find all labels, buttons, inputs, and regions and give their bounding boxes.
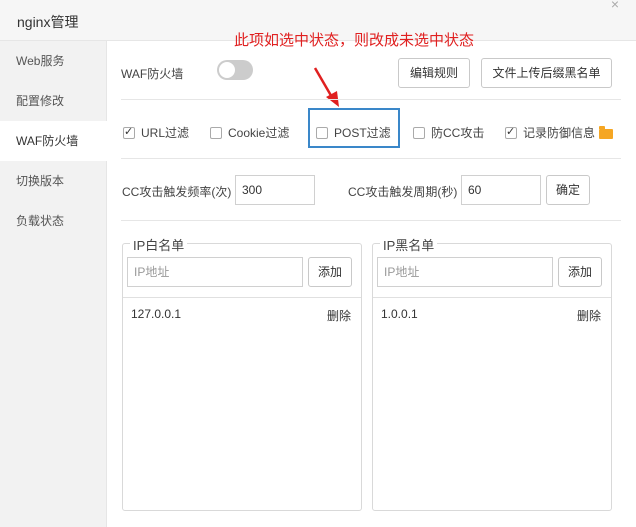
checkbox-anti-cc[interactable]: 防CC攻击 — [413, 124, 484, 141]
cc-period-label: CC攻击触发周期(秒) — [348, 185, 458, 199]
waf-label: WAF防火墙 — [121, 67, 184, 81]
checkbox-url-filter[interactable]: URL过滤 — [123, 124, 189, 141]
annotation-text: 此项如选中状态，则改成未选中状态 — [234, 32, 475, 49]
edit-rules-button[interactable]: 编辑规则 — [398, 58, 470, 88]
divider — [123, 297, 361, 298]
whitelist-ip-input[interactable] — [127, 257, 303, 287]
checkbox-box[interactable] — [413, 126, 425, 139]
checkbox-box[interactable] — [123, 125, 135, 139]
divider — [121, 158, 621, 159]
checkbox-label: URL过滤 — [141, 126, 190, 140]
panel-title: IP黑名单 — [380, 235, 438, 254]
checkbox-label: 防CC攻击 — [431, 126, 485, 140]
panel-title: IP白名单 — [130, 235, 188, 254]
whitelist-delete-link[interactable]: 删除 — [327, 307, 351, 324]
ip-blacklist-panel: IP黑名单 添加 1.0.0.1 删除 — [372, 235, 612, 511]
main-panel: 此项如选中状态，则改成未选中状态 WAF防火墙 编辑规则 文件上传后缀黑名单 U… — [107, 32, 636, 527]
checkbox-log-defense[interactable]: 记录防御信息 — [505, 124, 614, 141]
cc-period-input[interactable] — [461, 175, 541, 205]
upload-suffix-blacklist-button[interactable]: 文件上传后缀黑名单 — [481, 58, 612, 88]
whitelist-add-button[interactable]: 添加 — [308, 257, 352, 287]
sidebar-item-switch-version[interactable]: 切换版本 — [0, 161, 106, 201]
cc-frequency-label: CC攻击触发频率(次) — [122, 185, 232, 199]
sidebar-item-web-service[interactable]: Web服务 — [0, 41, 106, 81]
divider — [121, 99, 621, 100]
annotation-highlight-box — [308, 108, 400, 148]
checkbox-box[interactable] — [505, 125, 517, 139]
sidebar-item-load-status[interactable]: 负载状态 — [0, 201, 106, 241]
ip-whitelist-panel: IP白名单 添加 127.0.0.1 删除 — [122, 235, 362, 511]
sidebar-item-config-edit[interactable]: 配置修改 — [0, 81, 106, 121]
checkbox-box[interactable] — [210, 126, 222, 139]
folder-icon[interactable] — [599, 125, 614, 139]
divider — [121, 220, 621, 221]
toggle-knob — [219, 62, 235, 78]
close-icon[interactable]: × — [606, 0, 624, 11]
waf-toggle-row: WAF防火墙 编辑规则 文件上传后缀黑名单 — [121, 58, 622, 98]
sidebar-item-waf[interactable]: WAF防火墙 — [0, 121, 107, 161]
blacklist-add-button[interactable]: 添加 — [558, 257, 602, 287]
confirm-button[interactable]: 确定 — [546, 175, 590, 205]
window-title: nginx管理 — [17, 14, 79, 30]
sidebar: Web服务 配置修改 WAF防火墙 切换版本 负载状态 — [0, 41, 107, 527]
blacklist-ip-entry: 1.0.0.1 — [381, 307, 418, 321]
checkbox-label: 记录防御信息 — [523, 126, 596, 140]
cc-frequency-input[interactable] — [235, 175, 315, 205]
checkbox-label: Cookie过滤 — [228, 126, 290, 140]
checkbox-cookie-filter[interactable]: Cookie过滤 — [210, 124, 289, 141]
divider — [373, 297, 611, 298]
blacklist-delete-link[interactable]: 删除 — [577, 307, 601, 324]
waf-toggle[interactable] — [217, 60, 253, 80]
whitelist-ip-entry: 127.0.0.1 — [131, 307, 182, 321]
blacklist-ip-input[interactable] — [377, 257, 553, 287]
